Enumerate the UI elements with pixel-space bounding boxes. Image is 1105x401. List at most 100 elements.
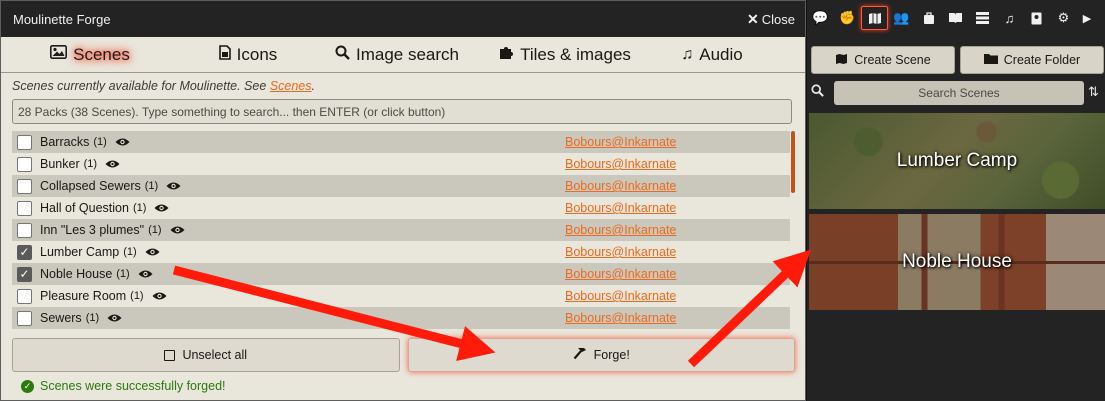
journal-icon[interactable] [1023,6,1050,30]
list-icon[interactable] [969,6,996,30]
eye-icon[interactable] [138,267,153,282]
scene-count: (1) [85,312,100,324]
author-link[interactable]: Bobours@Inkarnate [565,179,676,193]
status-message: ✓ Scenes were successfully forged! [21,379,226,393]
scene-card-title: Lumber Camp [896,150,1018,171]
eye-icon[interactable] [152,289,167,304]
map-icon[interactable] [861,6,888,30]
scene-name: Noble House [40,267,113,281]
scenes-sidebar: 💬 ✊ 👥 ♫ ⚙ ▶ Create Scene Create Folder S… [806,0,1105,401]
eye-icon[interactable] [145,245,160,260]
create-scene-label: Create Scene [854,53,931,67]
square-icon [164,349,176,361]
cogs-icon[interactable]: ⚙ [1050,6,1077,30]
list-scrollbar[interactable] [791,131,795,193]
close-button[interactable]: ✕ Close [747,11,795,28]
create-folder-button[interactable]: Create Folder [960,46,1104,74]
scene-checkbox[interactable] [17,134,32,150]
author-link[interactable]: Bobours@Inkarnate [565,157,676,171]
scene-card-noble-house[interactable]: Noble House [809,214,1105,310]
search-icon [811,84,824,100]
scene-count: (1) [132,202,147,214]
author-link[interactable]: Bobours@Inkarnate [565,267,676,281]
tab-bar: Scenes Icons Image search Tiles & images… [1,37,805,73]
music-icon: ♫ [681,45,694,63]
table-row[interactable]: ✓ Noble House (1) Bobours@Inkarnate [12,263,790,285]
chevron-right-icon[interactable]: ▶ [1077,6,1097,30]
scene-name: Lumber Camp [40,245,120,259]
tab-audio[interactable]: ♫ Audio [652,37,772,72]
author-link[interactable]: Bobours@Inkarnate [565,135,676,149]
author-link[interactable]: Bobours@Inkarnate [565,311,676,325]
eye-icon[interactable] [166,179,181,194]
scene-name: Sewers [40,311,82,325]
scene-checkbox[interactable]: ✓ [17,244,32,260]
status-text: Scenes were successfully forged! [40,379,226,393]
scene-count: (1) [130,290,144,302]
image-icon [50,45,68,64]
users-icon[interactable]: 👥 [888,6,915,30]
book-icon[interactable] [942,6,969,30]
tab-icons[interactable]: Icons [179,37,317,72]
table-row[interactable]: Bunker (1) Bobours@Inkarnate [12,153,790,175]
scene-search-placeholder: Search Scenes [918,86,1000,100]
scene-checkbox[interactable] [17,310,32,326]
window-titlebar[interactable]: Moulinette Forge ✕ Close [1,1,805,37]
suitcase-icon[interactable] [915,6,942,30]
scene-count: (1) [123,246,137,258]
eye-icon[interactable] [170,223,185,238]
table-row[interactable]: ✓ Lumber Camp (1) Bobours@Inkarnate [12,241,790,263]
tab-image-search[interactable]: Image search [317,37,477,72]
eye-icon[interactable] [115,135,130,150]
intro-message: Scenes currently available for Moulinett… [12,79,270,93]
scene-checkbox[interactable]: ✓ [17,266,32,282]
scene-count: (1) [116,268,130,280]
search-icon [335,45,350,65]
scene-name: Bunker [40,157,80,171]
table-row[interactable]: Collapsed Sewers (1) Bobours@Inkarnate [12,175,790,197]
window-title: Moulinette Forge [13,11,111,27]
table-row[interactable]: Barracks (1) Bobours@Inkarnate [12,131,790,153]
scene-count: (1) [83,158,98,170]
intro-suffix: . [311,79,315,93]
eye-icon[interactable] [105,157,120,172]
tab-tiles-images[interactable]: Tiles & images [477,37,652,72]
forge-button[interactable]: Forge! [407,338,795,372]
scene-checkbox[interactable] [17,288,32,304]
scene-checkbox[interactable] [17,178,32,194]
scene-name: Pleasure Room [40,289,127,303]
table-row[interactable]: Inn "Les 3 plumes" (1) Bobours@Inkarnate [12,219,790,241]
scene-count: (1) [148,224,162,236]
folder-icon [983,53,998,67]
search-input[interactable]: 28 Packs (38 Scenes). Type something to … [12,99,792,124]
scene-checkbox[interactable] [17,222,32,238]
scene-name: Hall of Question [40,201,129,215]
tab-icons-label: Icons [236,44,278,64]
author-link[interactable]: Bobours@Inkarnate [565,245,676,259]
table-row[interactable]: Hall of Question (1) Bobours@Inkarnate [12,197,790,219]
eye-icon[interactable] [154,201,169,216]
tab-scenes[interactable]: Scenes [1,37,179,72]
tab-image-search-label: Image search [356,44,459,64]
tab-tiles-images-label: Tiles & images [520,44,631,64]
scene-card-lumber-camp[interactable]: Lumber Camp [809,113,1105,209]
author-link[interactable]: Bobours@Inkarnate [565,201,676,215]
intro-text: Scenes currently available for Moulinett… [1,73,805,97]
scene-search-input[interactable]: Search Scenes [834,81,1084,105]
scene-checkbox[interactable] [17,156,32,172]
music-icon[interactable]: ♫ [996,6,1023,30]
sort-icon[interactable]: ⇅ [1088,84,1099,100]
close-label: Close [761,11,795,27]
author-link[interactable]: Bobours@Inkarnate [565,289,676,303]
author-link[interactable]: Bobours@Inkarnate [565,223,676,237]
table-row[interactable]: Sewers (1) Bobours@Inkarnate [12,307,790,329]
check-circle-icon: ✓ [21,379,34,393]
eye-icon[interactable] [107,311,122,326]
scenes-link[interactable]: Scenes [270,79,312,93]
scene-checkbox[interactable] [17,200,32,216]
unselect-all-button[interactable]: Unselect all [12,338,400,372]
chat-icon[interactable]: 💬 [807,6,834,30]
fist-icon[interactable]: ✊ [834,6,861,30]
create-scene-button[interactable]: Create Scene [811,46,955,74]
table-row[interactable]: Pleasure Room (1) Bobours@Inkarnate [12,285,790,307]
